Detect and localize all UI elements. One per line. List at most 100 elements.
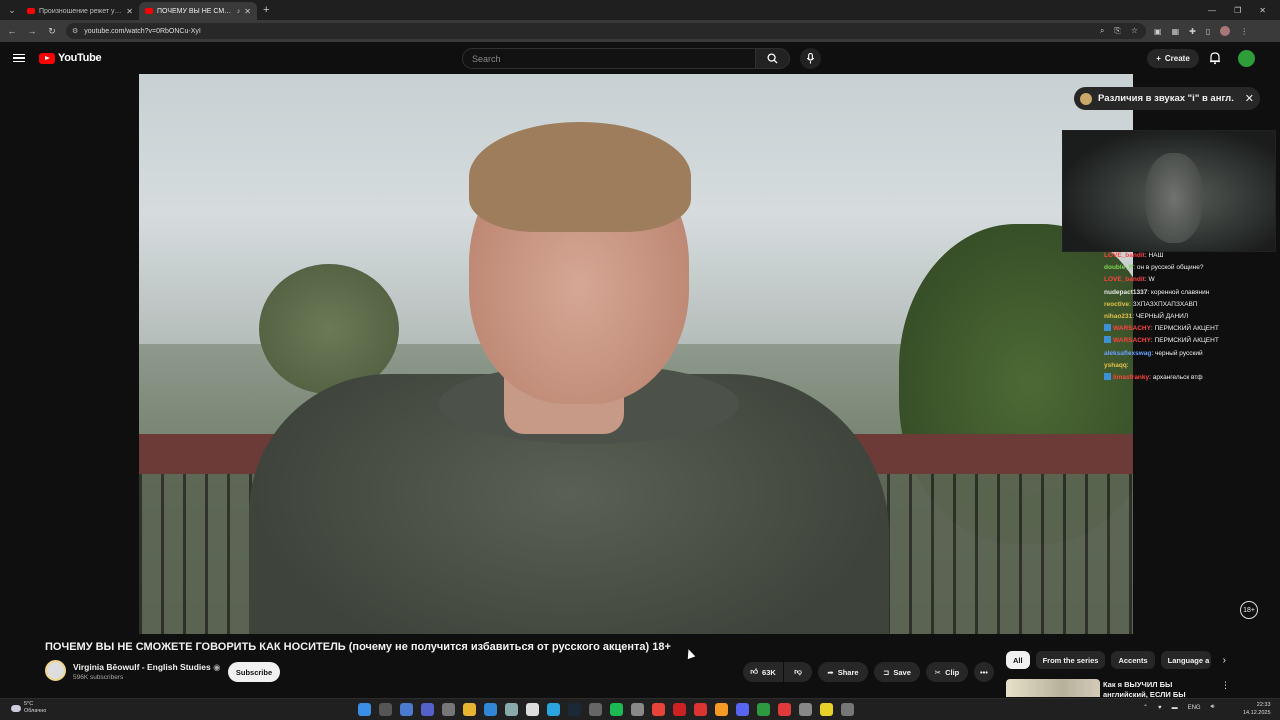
video-player[interactable] [139, 74, 1133, 634]
profile-avatar[interactable] [1220, 26, 1231, 36]
audio-playing-icon[interactable]: ♪ [237, 8, 241, 15]
spotify-icon[interactable] [610, 703, 623, 716]
more-actions-button[interactable]: ••• [974, 662, 994, 682]
chevron-right-icon[interactable]: › [1223, 655, 1226, 666]
close-icon[interactable]: ✕ [1245, 92, 1254, 105]
site-info-icon[interactable]: ⚙ [72, 27, 78, 35]
account-avatar[interactable] [1238, 50, 1255, 67]
app-icon[interactable] [400, 703, 413, 716]
chat-username[interactable]: reoctive [1104, 301, 1129, 308]
clip-button[interactable]: ✂ Clip [926, 662, 968, 682]
maximize-icon[interactable]: ❐ [1234, 6, 1241, 15]
language-indicator[interactable]: ENG [1188, 705, 1201, 711]
close-tab-icon[interactable]: ✕ [244, 7, 251, 16]
volume-icon[interactable]: 🔊︎ [1211, 704, 1215, 711]
browser-toolbar: ← → ↻ ⚙ youtube.com/watch?v=0RbONCu-XyI … [0, 20, 1280, 42]
app-icon[interactable] [673, 703, 686, 716]
recommended-video-title[interactable]: Как я ВЫУЧИЛ БЫ английский, ЕСЛИ БЫ ЗАБЫ… [1103, 680, 1211, 698]
steam-icon[interactable] [568, 703, 581, 716]
zoom-icon[interactable]: ⌕ [1100, 26, 1104, 36]
minimize-icon[interactable]: — [1208, 6, 1216, 15]
chrome-icon[interactable] [652, 703, 665, 716]
tray-app-icon[interactable]: ♥ [1158, 705, 1162, 711]
notifications-bell-icon[interactable] [1208, 51, 1222, 65]
chip-language[interactable]: Language a [1160, 651, 1211, 669]
voice-search-button[interactable] [800, 48, 821, 69]
app-icon[interactable] [442, 703, 455, 716]
forward-icon[interactable]: → [26, 26, 38, 36]
tab-search-icon[interactable]: ⌄ [3, 2, 21, 18]
windows-start-icon[interactable] [358, 703, 371, 716]
share-button[interactable]: ➦ Share [818, 662, 868, 682]
close-window-icon[interactable]: ✕ [1259, 6, 1266, 15]
chat-username[interactable]: LOVE_bandit [1104, 276, 1145, 283]
address-bar[interactable]: ⚙ youtube.com/watch?v=0RbONCu-XyI ⌕ ⎘ ☆ [66, 23, 1146, 39]
clock[interactable]: 22:33 14.12.2025 [1243, 701, 1271, 717]
more-vertical-icon[interactable]: ⋮ [1221, 680, 1230, 691]
youtube-favicon-icon [27, 8, 35, 14]
chat-username[interactable]: aleksaflexswag [1104, 350, 1151, 357]
chat-username[interactable]: double_ff [1104, 264, 1133, 271]
chip-accents[interactable]: Accents [1111, 651, 1155, 669]
app-icon[interactable] [631, 703, 644, 716]
subscribe-button[interactable]: Subscribe [228, 662, 280, 682]
app-icon[interactable] [820, 703, 833, 716]
share-label: Share [837, 667, 859, 677]
create-button[interactable]: + Create [1147, 49, 1199, 68]
app-icon[interactable] [505, 703, 518, 716]
tray-chevron-icon[interactable]: ⌃ [1143, 704, 1148, 711]
chat-badge-icon [1104, 324, 1111, 332]
sidebar-icon[interactable]: ▯ [1206, 27, 1210, 36]
browser-tab[interactable]: Произношение режет уход что? ✕ [21, 2, 139, 20]
search-icon[interactable] [379, 703, 392, 716]
install-icon[interactable]: ⎘ [1114, 26, 1120, 36]
chat-username[interactable]: yshaqq [1104, 362, 1127, 369]
new-tab-button[interactable]: + [263, 4, 269, 16]
recommended-video-thumbnail[interactable] [1006, 679, 1100, 697]
app-icon[interactable] [421, 703, 434, 716]
chip-all[interactable]: All [1006, 651, 1030, 669]
browser-menu-icon[interactable]: ⋮ [1240, 27, 1248, 36]
back-icon[interactable]: ← [6, 26, 18, 36]
tray-app-icon[interactable]: ▬ [1172, 705, 1178, 711]
chat-username[interactable]: LOVE_bandit [1104, 252, 1145, 259]
reload-icon[interactable]: ↻ [46, 26, 58, 37]
save-button[interactable]: ⊐ Save [874, 662, 920, 682]
like-button[interactable]: 👍︎ 63K [743, 662, 783, 682]
chat-username[interactable]: WARSACHY [1113, 337, 1151, 344]
chip-from-the-series[interactable]: From the series [1035, 651, 1106, 669]
emoji-icon [1080, 92, 1092, 105]
menu-icon[interactable] [13, 53, 25, 63]
app-icon[interactable] [484, 703, 497, 716]
weather-widget[interactable]: 5°C Облачно [11, 701, 46, 715]
chat-username[interactable]: nudepact1337 [1104, 289, 1147, 296]
telegram-icon[interactable] [547, 703, 560, 716]
chat-username[interactable]: WARSACHY [1113, 325, 1151, 332]
app-icon[interactable] [589, 703, 602, 716]
app-icon[interactable] [526, 703, 539, 716]
chat-username[interactable]: nihao231 [1104, 313, 1132, 320]
channel-avatar[interactable] [45, 660, 66, 681]
app-icon[interactable] [757, 703, 770, 716]
app-icon[interactable] [715, 703, 728, 716]
app-icon[interactable] [778, 703, 791, 716]
chat-message: reoctive: ЗХПАЗХПХАПЗХАВП [1104, 300, 1198, 308]
bookmark-star-icon[interactable]: ☆ [1131, 26, 1138, 36]
clip-label: Clip [945, 667, 960, 677]
app-icon[interactable] [799, 703, 812, 716]
discord-icon[interactable] [736, 703, 749, 716]
extension-icon[interactable]: ▦ [1172, 27, 1180, 36]
file-explorer-icon[interactable] [463, 703, 476, 716]
channel-name[interactable]: Virginia Bēowulf - English Studies ◉ [73, 662, 221, 673]
chat-username[interactable]: limasfranky [1113, 374, 1149, 381]
extensions-puzzle-icon[interactable]: ✚ [1189, 27, 1196, 36]
browser-tab-active[interactable]: ПОЧЕМУ ВЫ НЕ СМОЖЕТЕ ГОВОРИТЬ КАК НОСИТЕ… [139, 2, 257, 20]
search-button[interactable] [756, 48, 790, 69]
dislike-button[interactable]: 👎︎ [784, 662, 812, 682]
extension-icon[interactable]: ▣ [1154, 27, 1162, 36]
search-input[interactable]: Search [462, 48, 756, 69]
app-icon[interactable] [841, 703, 854, 716]
app-icon[interactable] [694, 703, 707, 716]
youtube-logo[interactable]: YouTube [39, 52, 102, 64]
close-tab-icon[interactable]: ✕ [126, 7, 133, 16]
